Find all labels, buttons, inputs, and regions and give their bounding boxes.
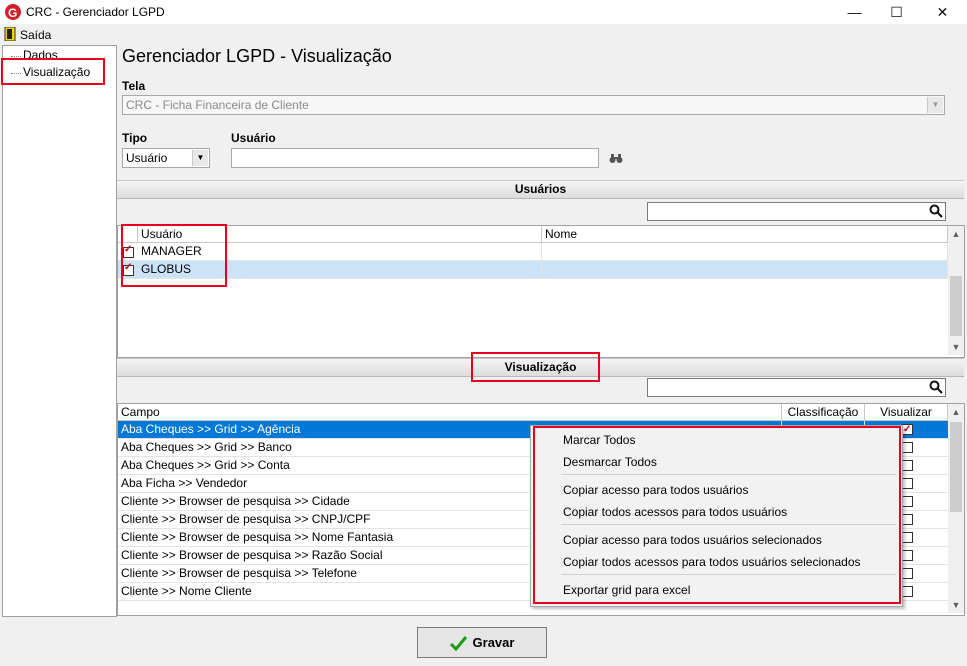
- scroll-thumb[interactable]: [950, 422, 962, 512]
- visualizar-checkbox[interactable]: [902, 478, 913, 489]
- tela-label: Tela: [122, 79, 146, 93]
- chevron-down-icon: ▼: [927, 97, 943, 113]
- users-search-input[interactable]: [647, 202, 946, 221]
- tipo-label: Tipo: [122, 131, 148, 145]
- title-bar: G CRC - Gerenciador LGPD — ☐ ✕: [0, 0, 967, 24]
- scroll-down-icon[interactable]: ▼: [948, 597, 964, 613]
- highlight-box-context-menu: [533, 426, 901, 604]
- visualizar-checkbox[interactable]: [902, 550, 913, 561]
- visualizar-checkbox[interactable]: [902, 460, 913, 471]
- usuario-label: Usuário: [231, 131, 276, 145]
- binoculars-icon[interactable]: [609, 153, 623, 164]
- tipo-select[interactable]: Usuário ▼: [122, 148, 210, 168]
- tela-select[interactable]: CRC - Ficha Financeira de Cliente ▼: [122, 95, 945, 115]
- tela-select-value: CRC - Ficha Financeira de Cliente: [126, 98, 309, 112]
- view-search-input[interactable]: [647, 378, 946, 397]
- users-grid-scrollbar[interactable]: ▲ ▼: [948, 226, 964, 355]
- table-row[interactable]: GLOBUS: [118, 261, 948, 279]
- column-nome[interactable]: Nome: [542, 226, 948, 242]
- scroll-thumb[interactable]: [950, 276, 962, 336]
- visualizar-checkbox[interactable]: [902, 514, 913, 525]
- tipo-select-value: Usuário: [126, 151, 168, 165]
- page-title: Gerenciador LGPD - Visualização: [122, 46, 392, 66]
- search-icon[interactable]: [929, 204, 943, 218]
- tree-connector: [11, 56, 21, 57]
- svg-text:G: G: [8, 6, 17, 20]
- table-row[interactable]: MANAGER: [118, 243, 948, 261]
- usuario-input[interactable]: [231, 148, 599, 168]
- save-button[interactable]: Gravar: [417, 627, 547, 658]
- highlight-box-view-title: [471, 352, 600, 382]
- visualizar-checkbox[interactable]: [902, 586, 913, 597]
- visualizar-checkbox[interactable]: [902, 421, 913, 438]
- visualizar-checkbox[interactable]: [902, 442, 913, 453]
- menu-bar: Saída: [0, 26, 967, 44]
- visualizar-checkbox[interactable]: [902, 568, 913, 579]
- window-title: CRC - Gerenciador LGPD: [26, 5, 165, 19]
- exit-menu-label: Saída: [20, 28, 52, 42]
- column-classificacao[interactable]: Classificação: [782, 404, 865, 420]
- column-campo[interactable]: Campo: [118, 404, 782, 420]
- chevron-down-icon: ▼: [192, 150, 208, 166]
- user-cell-nome: [542, 261, 948, 278]
- visualizar-checkbox[interactable]: [902, 532, 913, 543]
- scroll-up-icon[interactable]: ▲: [948, 404, 964, 420]
- minimize-button[interactable]: —: [832, 0, 877, 24]
- check-icon: [449, 636, 467, 652]
- scroll-down-icon[interactable]: ▼: [948, 339, 964, 355]
- users-section-header: Usuários: [117, 180, 964, 199]
- exit-door-icon: [4, 27, 16, 41]
- users-grid: Usuário Nome MANAGER GLOBUS ▲ ▼: [117, 225, 965, 358]
- view-grid-scrollbar[interactable]: ▲ ▼: [948, 404, 964, 613]
- scroll-up-icon[interactable]: ▲: [948, 226, 964, 242]
- app-logo-icon: G: [5, 4, 21, 20]
- visualizar-checkbox[interactable]: [902, 496, 913, 507]
- close-button[interactable]: ✕: [920, 0, 965, 24]
- search-icon[interactable]: [929, 380, 943, 394]
- users-grid-header: Usuário Nome: [118, 226, 948, 243]
- column-visualizar[interactable]: Visualizar: [865, 404, 948, 420]
- navigation-tree: Dados Visualização: [2, 45, 117, 617]
- maximize-button[interactable]: ☐: [874, 0, 919, 24]
- user-cell-nome: [542, 243, 948, 260]
- view-grid-header: Campo Classificação Visualizar: [118, 404, 948, 421]
- highlight-box-users: [121, 224, 227, 287]
- save-button-label: Gravar: [472, 635, 515, 650]
- highlight-box-tree: [1, 58, 105, 85]
